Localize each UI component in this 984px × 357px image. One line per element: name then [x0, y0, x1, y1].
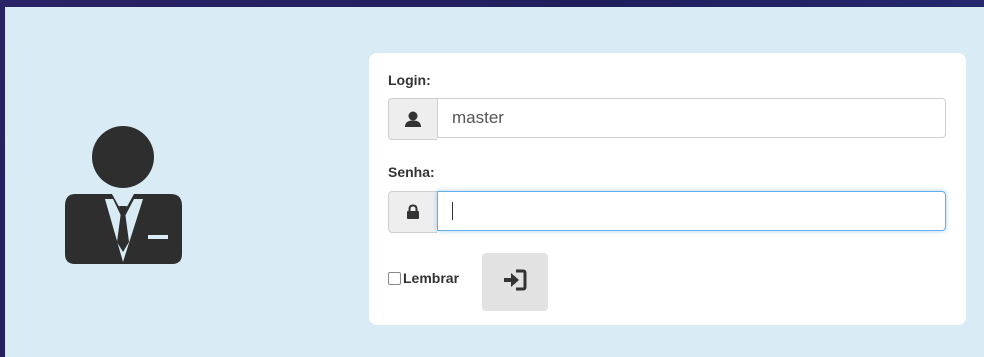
remember-option[interactable]: Lembrar: [388, 270, 459, 286]
user-icon: [388, 98, 437, 140]
password-label: Senha:: [388, 164, 435, 180]
login-input[interactable]: master: [437, 98, 946, 138]
login-input-group: master: [388, 98, 946, 140]
remember-checkbox[interactable]: [388, 271, 401, 285]
lock-icon: [388, 191, 437, 233]
login-label: Login:: [388, 72, 431, 88]
businessman-icon: [57, 122, 187, 272]
login-value: master: [452, 108, 504, 127]
login-panel: Login: master Senha: Lembrar: [5, 7, 984, 357]
login-submit-button[interactable]: [482, 253, 548, 311]
password-input[interactable]: [437, 191, 946, 231]
remember-label: Lembrar: [403, 270, 460, 286]
sign-in-icon: [503, 269, 527, 296]
text-caret: [452, 202, 453, 220]
password-input-group: [388, 191, 946, 233]
login-card: Login: master Senha: Lembrar: [369, 53, 966, 325]
